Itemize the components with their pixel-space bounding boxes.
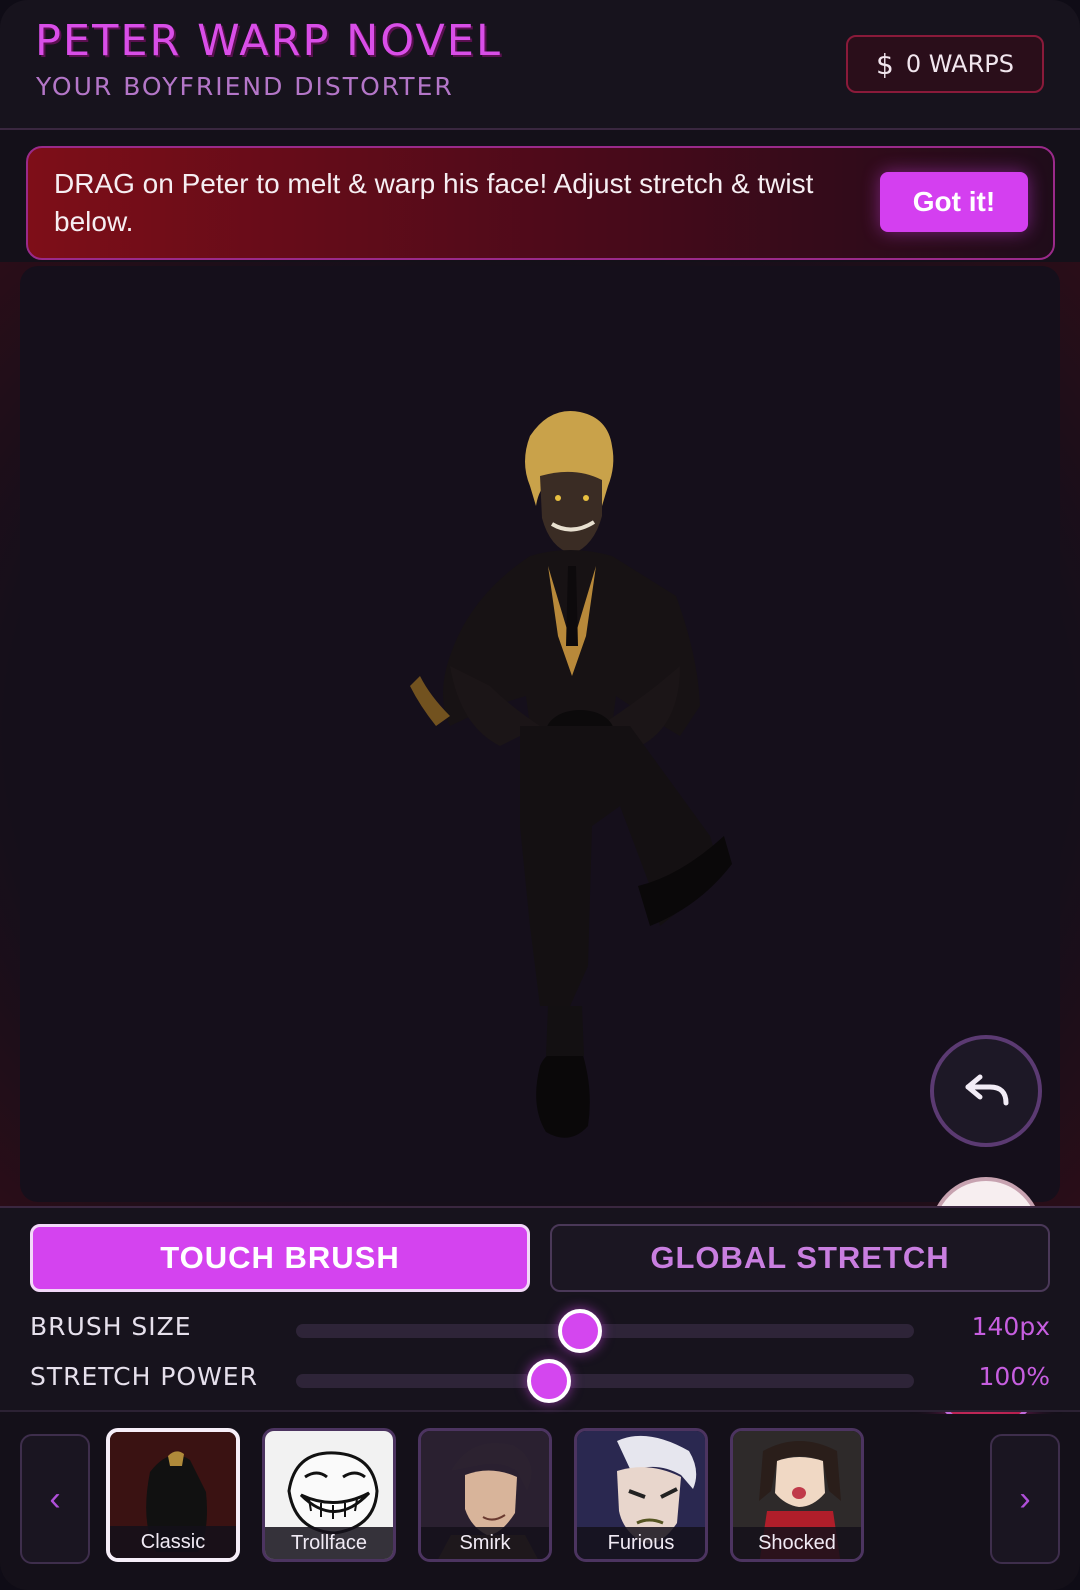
chevron-right-icon: › — [1019, 1479, 1031, 1518]
warp-canvas[interactable] — [20, 266, 1060, 1202]
brush-size-label: BRUSH SIZE — [30, 1312, 192, 1341]
chevron-left-icon: ‹ — [49, 1479, 61, 1518]
face-presets-bar: ‹ Classic Trollface Smirk Furious Shocke… — [0, 1414, 1080, 1590]
controls-panel: TOUCH BRUSH GLOBAL STRETCH BRUSH SIZE 14… — [0, 1206, 1080, 1412]
brush-size-handle[interactable] — [558, 1309, 603, 1353]
preset-label: Classic — [110, 1526, 236, 1558]
preset-trollface[interactable]: Trollface — [262, 1428, 396, 1562]
canvas-area — [0, 262, 1080, 1430]
warps-count-label: 0 WARPS — [905, 50, 1014, 78]
touch-brush-tab[interactable]: TOUCH BRUSH — [30, 1224, 530, 1292]
preset-label: Furious — [577, 1527, 705, 1559]
app-header: PETER WARP NOVEL YOUR BOYFRIEND DISTORTE… — [0, 0, 1080, 130]
undo-icon — [965, 1074, 1009, 1106]
stretch-power-label: STRETCH POWER — [30, 1362, 258, 1391]
preset-label: Smirk — [421, 1527, 549, 1559]
preset-smirk[interactable]: Smirk — [418, 1428, 552, 1562]
warps-counter[interactable]: $ 0 WARPS — [846, 35, 1044, 93]
peter-figure-image — [410, 411, 732, 1138]
app-subtitle: YOUR BOYFRIEND DISTORTER — [36, 72, 454, 101]
preset-label: Shocked — [733, 1527, 861, 1559]
banner-text: DRAG on Peter to melt & warp his face! A… — [54, 168, 814, 237]
instruction-banner: DRAG on Peter to melt & warp his face! A… — [26, 146, 1055, 260]
preset-classic[interactable]: Classic — [106, 1428, 240, 1562]
stretch-power-value: 100% — [978, 1362, 1050, 1391]
preset-furious[interactable]: Furious — [574, 1428, 708, 1562]
dollar-icon: $ — [876, 47, 894, 81]
got-it-button[interactable]: Got it! — [880, 172, 1028, 232]
app-title: PETER WARP NOVEL — [35, 16, 502, 66]
app: PETER WARP NOVEL YOUR BOYFRIEND DISTORTE… — [0, 0, 1080, 1590]
brush-size-value: 140px — [971, 1312, 1050, 1341]
presets-next-button[interactable]: › — [990, 1434, 1060, 1564]
preset-shocked[interactable]: Shocked — [730, 1428, 864, 1562]
stretch-power-slider[interactable] — [296, 1359, 914, 1403]
preset-label: Trollface — [265, 1527, 393, 1559]
stretch-power-handle[interactable] — [527, 1359, 572, 1403]
undo-button[interactable] — [930, 1035, 1042, 1147]
presets-prev-button[interactable]: ‹ — [20, 1434, 90, 1564]
brush-size-slider[interactable] — [296, 1309, 914, 1353]
global-stretch-tab[interactable]: GLOBAL STRETCH — [550, 1224, 1050, 1292]
